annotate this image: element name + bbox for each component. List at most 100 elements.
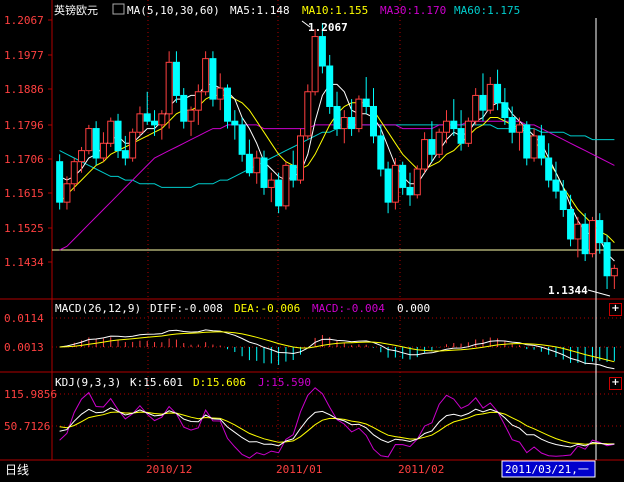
date-tick: 2011/02 [398, 463, 444, 476]
date-axis: 2010/12 2011/01 2011/02 [146, 463, 444, 476]
candle-body [275, 179, 283, 207]
kdj-j-line [59, 387, 615, 459]
kdj-series [59, 387, 615, 459]
candle-body [472, 94, 480, 122]
chart-canvas[interactable]: 英镑欧元 MA(5,10,30,60) MA5:1.148 MA10:1.155… [0, 0, 624, 482]
macd-axis: 0.0114 0.0013 [4, 312, 44, 354]
kdj-tick: 50.7126 [4, 420, 50, 433]
cursor-date: 2011/03/21,一 [505, 463, 589, 476]
candle-body [187, 109, 195, 122]
candle-body [479, 94, 487, 111]
macd-panel-button[interactable]: + [609, 303, 622, 316]
candle-body [85, 128, 93, 152]
price-tick: 1.1977 [4, 49, 44, 62]
candle-body [515, 124, 523, 133]
macd-diff-line [59, 329, 615, 370]
candle-body [552, 179, 560, 192]
candle-body [494, 83, 502, 104]
kdj-j: J:15.590 [258, 376, 311, 389]
candle-body [238, 124, 246, 155]
macd-tick: 0.0114 [4, 312, 44, 325]
candle-body [107, 120, 115, 144]
macd-extra: 0.000 [397, 302, 430, 315]
low-price-label: 1.1344 [548, 284, 588, 297]
price-tick: 1.1886 [4, 83, 44, 96]
price-tick: 1.1796 [4, 119, 44, 132]
ma5-value: MA5:1.148 [230, 4, 290, 17]
ma-params: MA(5,10,30,60) [127, 4, 220, 17]
candle-body [326, 65, 334, 107]
candle-body [136, 113, 144, 133]
candle-body [442, 120, 450, 133]
kdj-axis: 115.9856 50.7126 [4, 388, 57, 433]
candle-body [114, 120, 122, 152]
ma30-value: MA30:1.170 [380, 4, 446, 17]
candle-body [406, 186, 414, 196]
macd-value: MACD:-0.004 [312, 302, 385, 315]
candle-body [369, 105, 377, 137]
candle-body [260, 157, 268, 188]
ma-indicator-icon[interactable] [112, 3, 125, 15]
candle-body [581, 223, 589, 255]
period-label[interactable]: 日线 [5, 463, 29, 477]
candle-body [253, 157, 261, 174]
candle-body [348, 117, 356, 130]
kdj-k: K:15.601 [130, 376, 183, 389]
candle-body [304, 91, 312, 137]
candle-body [486, 83, 494, 111]
candle-body [231, 120, 239, 126]
candle-body [78, 150, 86, 163]
ma10-value: MA10:1.155 [302, 4, 368, 17]
high-price-label: 1.2067 [308, 21, 348, 34]
candle-body [523, 124, 531, 159]
candle-body [129, 131, 137, 159]
candle-body [464, 120, 472, 144]
candle-body [56, 161, 64, 203]
candle-body [501, 102, 509, 119]
candle-body [318, 36, 326, 67]
candle-body [450, 120, 458, 130]
candle-body [435, 131, 443, 155]
candle-body [209, 58, 217, 100]
kdj-panel-button[interactable]: + [609, 377, 622, 390]
price-tick: 1.1525 [4, 222, 44, 235]
kdj-params: KDJ(9,3,3) [55, 376, 121, 389]
candle-body [457, 128, 465, 144]
price-tick: 1.2067 [4, 14, 44, 27]
candle-body [99, 142, 107, 159]
candle-body [194, 91, 202, 111]
candlestick-series [56, 22, 618, 290]
candle-body [574, 223, 582, 240]
candle-body [399, 164, 407, 188]
candle-body [384, 168, 392, 203]
candle-body [311, 36, 319, 93]
candle-body [333, 105, 341, 130]
candle-body [297, 135, 305, 181]
candle-body [92, 128, 100, 159]
ma60-value: MA60:1.175 [454, 4, 520, 17]
macd-diff: DIFF:-0.008 [150, 302, 223, 315]
candle-body [216, 87, 224, 100]
macd-tick: 0.0013 [4, 341, 44, 354]
candle-body [267, 179, 275, 188]
candle-body [588, 220, 596, 255]
kdj-d-line [59, 411, 615, 445]
candle-body [172, 61, 180, 96]
candle-body [377, 135, 385, 170]
candle-body [545, 157, 553, 181]
candle-body [610, 267, 618, 277]
candle-body [391, 164, 399, 203]
macd-dea: DEA:-0.006 [234, 302, 300, 315]
candle-body [151, 120, 159, 126]
candle-body [143, 113, 151, 122]
price-tick: 1.1434 [4, 256, 44, 269]
candle-body [413, 168, 421, 196]
candle-body [596, 220, 604, 244]
candle-body [603, 242, 611, 277]
candle-body [421, 139, 429, 170]
price-tick: 1.1706 [4, 153, 44, 166]
candle-body [165, 61, 173, 115]
candle-body [202, 58, 210, 93]
candle-body [282, 164, 290, 207]
price-tick: 1.1615 [4, 187, 44, 200]
